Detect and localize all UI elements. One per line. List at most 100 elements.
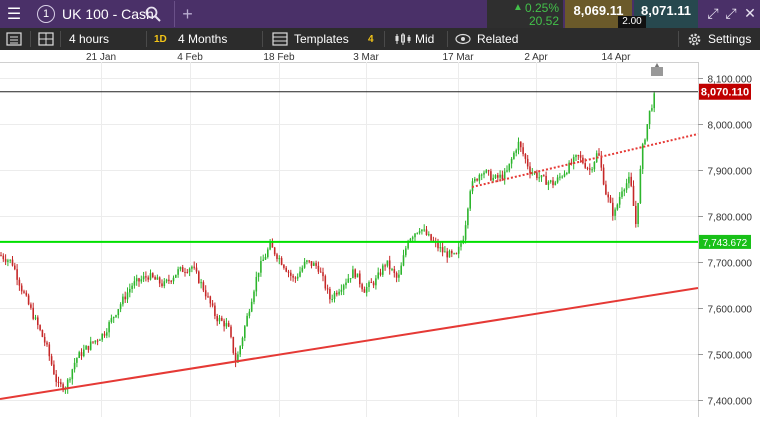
candle-body: [368, 282, 370, 288]
search-icon[interactable]: [144, 5, 162, 23]
period-badge: 1D: [154, 28, 167, 50]
candle-body: [267, 249, 269, 257]
y-tick-label: 7,400.000: [708, 397, 753, 408]
candle-body: [165, 279, 168, 282]
candle-body: [232, 336, 235, 353]
candle-body: [11, 259, 14, 266]
instrument-name[interactable]: UK 100 - Cash: [62, 6, 154, 22]
candle-body: [388, 260, 391, 270]
candles-icon[interactable]: [394, 28, 412, 50]
eye-icon[interactable]: [455, 28, 471, 50]
scroll-latest-icon-base[interactable]: [651, 67, 663, 76]
candle-body: [549, 180, 552, 182]
candle-body: [559, 176, 561, 178]
candle-body: [202, 282, 205, 291]
candle-body: [135, 278, 138, 282]
settings-button[interactable]: Settings: [708, 28, 751, 50]
candle-body: [377, 272, 379, 279]
candle-body: [46, 342, 48, 345]
candle-body: [285, 267, 287, 272]
candle-body: [48, 344, 51, 357]
candle-body: [356, 273, 359, 278]
candle-body: [181, 267, 184, 272]
candle-body: [384, 265, 386, 267]
candle-body: [444, 251, 446, 253]
x-tick-label: 14 Apr: [602, 52, 632, 63]
candle-body: [515, 150, 517, 153]
candle-body: [324, 276, 327, 289]
candle-body: [552, 180, 554, 186]
candle-body: [386, 260, 389, 266]
candle-body: [653, 93, 655, 109]
templates-button[interactable]: Templates: [294, 28, 349, 50]
candle-body: [457, 246, 460, 254]
candle-body: [32, 307, 34, 319]
maximize-icon[interactable]: ⤢: [723, 5, 739, 21]
candle-body: [115, 315, 117, 317]
candle-body: [637, 202, 639, 225]
interval-select[interactable]: 4 hours: [69, 28, 109, 50]
candle-body: [264, 256, 267, 260]
title-bar: ☰ 1 UK 100 - Cash + ▲ 0.25% 20.52 8,069.…: [0, 0, 760, 28]
candle-body: [103, 333, 106, 336]
candle-body: [423, 229, 425, 231]
plus-icon[interactable]: +: [174, 1, 196, 27]
candle-body: [398, 274, 400, 278]
candle-body: [547, 181, 550, 185]
candle-body: [89, 341, 92, 350]
candle-body: [124, 296, 126, 300]
list-view-icon[interactable]: [6, 28, 22, 50]
candle-body: [439, 247, 442, 249]
candle-body: [20, 285, 23, 292]
candle-body: [460, 243, 462, 247]
candlestick-chart[interactable]: 21 Jan 4 Feb 18 Feb 3 Mar 17 Mar 2 Apr 14 Apr …: [0, 50, 760, 417]
candle-body: [319, 271, 322, 273]
candle-body: [301, 267, 304, 272]
menu-icon[interactable]: ☰: [0, 0, 28, 28]
candle-body: [177, 269, 179, 275]
candle-body: [591, 169, 593, 171]
templates-icon[interactable]: [272, 28, 288, 50]
move-icon[interactable]: ⤢: [705, 5, 721, 21]
candle-body: [345, 282, 347, 286]
candle-body: [106, 332, 108, 336]
candle-body: [612, 202, 614, 216]
candle-body: [556, 177, 559, 183]
candle-body: [73, 362, 76, 370]
candle-body: [625, 183, 628, 190]
y-tick-label: 8,000.000: [708, 121, 753, 132]
candle-body: [223, 320, 225, 327]
candle-body: [428, 234, 430, 236]
period-select[interactable]: 4 Months: [178, 28, 227, 50]
candle-body: [9, 259, 11, 261]
grid-layout-icon[interactable]: [38, 28, 54, 50]
candle-body: [586, 167, 589, 169]
related-button[interactable]: Related: [477, 28, 518, 50]
candle-body: [30, 304, 32, 308]
candle-body: [605, 184, 607, 195]
candle-body: [421, 229, 423, 232]
candle-body: [207, 296, 209, 298]
x-tick-label: 17 Mar: [442, 52, 474, 63]
close-icon[interactable]: ✕: [742, 5, 758, 21]
candle-body: [71, 369, 74, 380]
candle-body: [561, 176, 563, 178]
candle-body: [446, 251, 448, 258]
candle-body: [306, 260, 308, 262]
candle-body: [621, 191, 623, 197]
candle-body: [299, 271, 301, 277]
candle-body: [147, 277, 149, 280]
candle-body: [96, 340, 99, 342]
candle-body: [418, 231, 421, 233]
candle-body: [478, 174, 481, 181]
gear-icon[interactable]: [687, 28, 702, 50]
candle-body: [563, 173, 566, 177]
price-type-select[interactable]: Mid: [415, 28, 434, 50]
candle-body: [632, 185, 635, 206]
candle-body: [336, 292, 338, 295]
x-tick-label: 21 Jan: [86, 52, 116, 63]
templates-count: 4: [368, 33, 374, 45]
candle-body: [149, 273, 152, 280]
price-chart[interactable]: 21 Jan 4 Feb 18 Feb 3 Mar 17 Mar 2 Apr 14 Apr …: [0, 50, 760, 417]
candle-body: [501, 174, 504, 180]
